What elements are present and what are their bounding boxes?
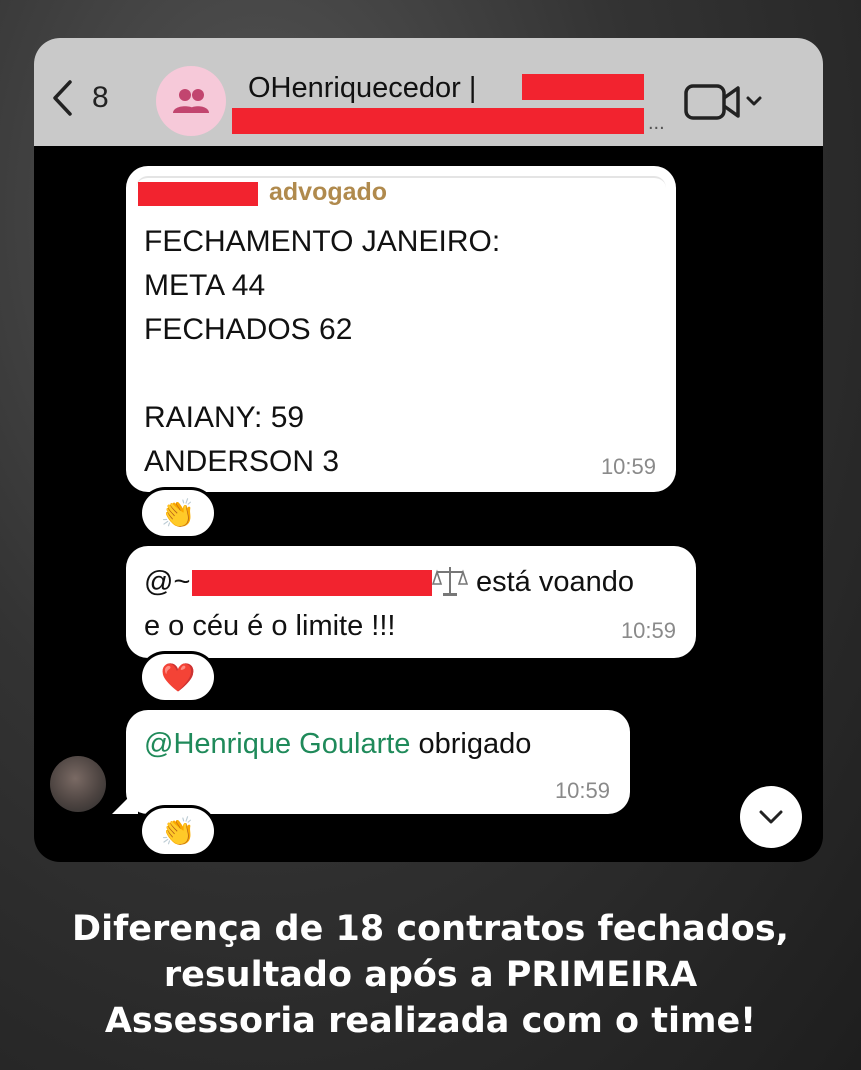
message-bubble[interactable]: advogado FECHAMENTO JANEIRO: META 44 FEC…: [126, 166, 676, 492]
message-text: e o céu é o limite !!!: [144, 610, 396, 642]
redaction-bar: [232, 108, 644, 134]
reaction-badge[interactable]: 👏: [142, 808, 214, 854]
caption-line: Assessoria realizada com o time!: [104, 1001, 757, 1041]
caption-text: Diferença de 18 contratos fechados, resu…: [0, 906, 861, 1044]
subtitle-ellipsis: ...: [648, 112, 665, 134]
chat-screenshot: 8 OHenriquecedor | ... advogado FECHAMEN…: [34, 38, 823, 862]
redaction-bar: [138, 182, 258, 206]
video-camera-icon[interactable]: [684, 80, 764, 124]
message-time: 10:59: [620, 618, 676, 643]
message-bubble[interactable]: @Henrique Goularte obrigado 10:59: [112, 710, 630, 814]
message-line: RAIANY: 59: [144, 401, 305, 434]
message-text: está voando: [476, 566, 635, 598]
message-bubble[interactable]: @~ está voando e o céu é o limite !!! 10…: [126, 546, 696, 658]
caption-line: Diferença de 18 contratos fechados,: [72, 909, 789, 949]
chat-header: 8 OHenriquecedor | ...: [34, 38, 823, 146]
message-line: ANDERSON 3: [144, 445, 340, 478]
reaction-badge[interactable]: ❤️: [142, 654, 214, 700]
unread-count: 8: [92, 81, 109, 114]
message-line: META 44: [144, 269, 266, 302]
bubble-tail: [112, 788, 138, 814]
message-time: 10:59: [600, 454, 656, 479]
clapping-hands-icon: 👏: [160, 497, 196, 529]
chevron-left-icon: [53, 80, 72, 116]
redaction-bar: [192, 570, 432, 596]
back-button[interactable]: 8: [50, 78, 120, 118]
chevron-down-icon: [759, 810, 783, 824]
message-author: advogado: [269, 178, 388, 206]
mention-link[interactable]: @Henrique Goularte: [144, 728, 410, 760]
group-avatar[interactable]: [156, 66, 226, 136]
group-name[interactable]: OHenriquecedor |: [248, 72, 476, 105]
message-text: FECHAMENTO JANEIRO: META 44 FECHADOS 62 …: [144, 220, 500, 484]
group-icon: [173, 89, 209, 113]
heart-icon: ❤️: [160, 661, 196, 693]
message-line: FECHADOS 62: [144, 313, 353, 346]
message-text-rest: obrigado: [410, 728, 532, 760]
balance-scale-icon: [432, 567, 468, 596]
message-line: FECHAMENTO JANEIRO:: [144, 225, 501, 258]
caption-line: resultado após a PRIMEIRA: [163, 955, 698, 995]
scroll-to-bottom-button[interactable]: [740, 786, 802, 848]
clapping-hands-icon: 👏: [160, 815, 196, 847]
mention-prefix: @~: [144, 566, 191, 598]
reaction-badge[interactable]: 👏: [142, 490, 214, 536]
message-time: 10:59: [554, 778, 610, 803]
message-text: @Henrique Goularte obrigado: [144, 728, 531, 761]
avatar[interactable]: [50, 756, 106, 812]
redaction-bar: [522, 74, 644, 100]
message-line: [144, 352, 500, 396]
